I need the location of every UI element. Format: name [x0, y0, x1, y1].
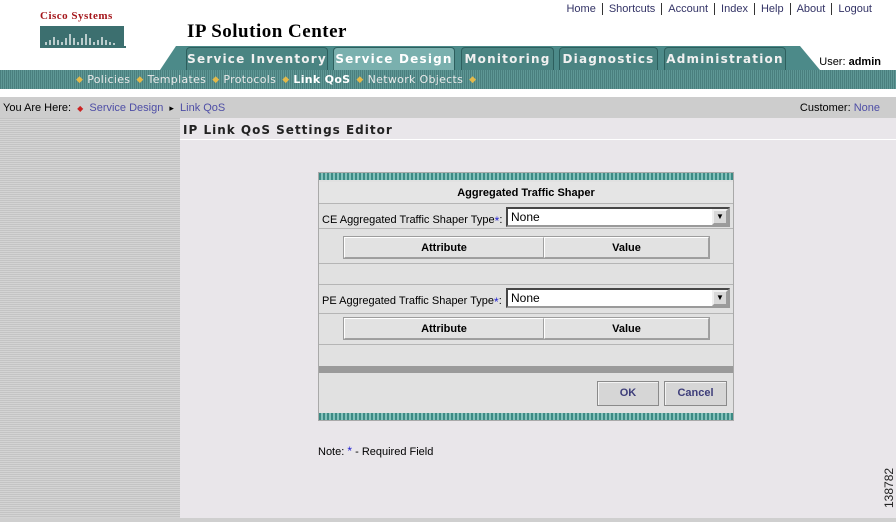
diamond-icon: ◆: [212, 74, 220, 85]
about-link[interactable]: About: [789, 3, 832, 15]
attribute-column-header: Attribute: [344, 237, 544, 258]
ce-attribute-table: Attribute Value: [343, 236, 710, 259]
customer-label: Customer:: [799, 102, 851, 114]
traffic-shaper-form: Aggregated Traffic Shaper CE Aggregated …: [318, 172, 734, 421]
subnav-policies[interactable]: Policies: [87, 73, 130, 86]
user-label: User:: [819, 56, 846, 68]
breadcrumb-link-qos[interactable]: Link QoS: [180, 102, 225, 114]
ce-shaper-label: CE Aggregated Traffic Shaper Type*:: [322, 214, 503, 228]
diamond-icon: ◆: [76, 74, 84, 85]
subnav-network-objects[interactable]: Network Objects: [368, 73, 463, 86]
diamond-icon: ◆: [77, 104, 84, 113]
diamond-icon: ◆: [469, 74, 477, 85]
note-prefix: Note:: [318, 446, 345, 458]
user-indicator: User: admin: [819, 56, 881, 68]
shortcuts-link[interactable]: Shortcuts: [601, 3, 661, 15]
tab-administration[interactable]: Administration: [664, 47, 786, 70]
dropdown-arrow-icon[interactable]: ▼: [712, 209, 728, 225]
row-divider: [319, 263, 733, 264]
pe-shaper-label: PE Aggregated Traffic Shaper Type*:: [322, 295, 502, 309]
index-link[interactable]: Index: [714, 3, 754, 15]
value-column-header: Value: [544, 237, 709, 258]
subnav-protocols[interactable]: Protocols: [223, 73, 276, 86]
tab-diagnostics[interactable]: Diagnostics: [559, 47, 658, 70]
pe-shaper-type-select[interactable]: None ▼: [506, 288, 730, 308]
breadcrumb-bar: You Are Here: ◆ Service Design ▸ Link Qo…: [0, 97, 896, 118]
bottom-scroll-bar: [0, 518, 896, 522]
customer-indicator: Customer: None: [800, 102, 880, 114]
user-name: admin: [848, 56, 881, 68]
form-separator-bar: [319, 366, 733, 373]
main-tab-bar: Service Inventory Service Design Monitor…: [0, 44, 896, 70]
form-top-bar: [319, 173, 733, 180]
diamond-icon: ◆: [136, 74, 144, 85]
customer-value[interactable]: None: [854, 102, 880, 114]
row-divider: [319, 313, 733, 314]
sub-navigation: ◆ Policies ◆ Templates ◆ Protocols ◆ Lin…: [0, 70, 896, 89]
account-link[interactable]: Account: [661, 3, 714, 15]
home-link[interactable]: Home: [560, 3, 601, 15]
subnav-link-qos[interactable]: Link QoS: [293, 73, 350, 86]
diamond-icon: ◆: [356, 74, 364, 85]
form-bottom-bar: [319, 413, 733, 420]
logo-text: Cisco Systems: [40, 10, 113, 22]
pe-shaper-type-value: None: [511, 291, 540, 305]
page-title: IP Link QoS Settings Editor: [183, 123, 393, 137]
required-mark: *: [347, 444, 353, 458]
chevron-right-icon: ▸: [169, 103, 174, 113]
diamond-icon: ◆: [282, 74, 290, 85]
logout-link[interactable]: Logout: [831, 3, 878, 15]
tab-service-inventory[interactable]: Service Inventory: [186, 47, 328, 70]
attribute-column-header: Attribute: [344, 318, 544, 339]
breadcrumb: You Are Here: ◆ Service Design ▸ Link Qo…: [3, 102, 225, 114]
title-divider: [180, 139, 896, 140]
tab-monitoring[interactable]: Monitoring: [461, 47, 554, 70]
pe-shaper-row: PE Aggregated Traffic Shaper Type*: None…: [319, 286, 733, 310]
required-field-note: Note: * - Required Field: [318, 444, 433, 458]
left-panel: [0, 118, 180, 522]
pe-attribute-table: Attribute Value: [343, 317, 710, 340]
figure-number: 138782: [882, 467, 896, 508]
required-mark: *: [494, 295, 499, 309]
breadcrumb-prefix: You Are Here:: [3, 102, 72, 114]
note-text: - Required Field: [355, 446, 434, 458]
value-column-header: Value: [544, 318, 709, 339]
help-link[interactable]: Help: [753, 3, 790, 15]
breadcrumb-service-design[interactable]: Service Design: [89, 102, 163, 114]
top-links: Home Shortcuts Account Index Help About …: [560, 3, 878, 15]
row-divider: [319, 284, 733, 285]
ok-button[interactable]: OK: [597, 381, 659, 406]
row-divider: [319, 344, 733, 345]
ce-shaper-row: CE Aggregated Traffic Shaper Type*: None…: [319, 205, 733, 229]
ce-shaper-type-select[interactable]: None ▼: [506, 207, 730, 227]
dropdown-arrow-icon[interactable]: ▼: [712, 290, 728, 306]
form-header: Aggregated Traffic Shaper: [319, 182, 733, 204]
required-mark: *: [494, 214, 500, 228]
app-title: IP Solution Center: [187, 21, 347, 42]
subnav-templates[interactable]: Templates: [148, 73, 207, 86]
cancel-button[interactable]: Cancel: [664, 381, 727, 406]
ce-shaper-type-value: None: [511, 210, 540, 224]
tab-service-design[interactable]: Service Design: [333, 47, 455, 70]
